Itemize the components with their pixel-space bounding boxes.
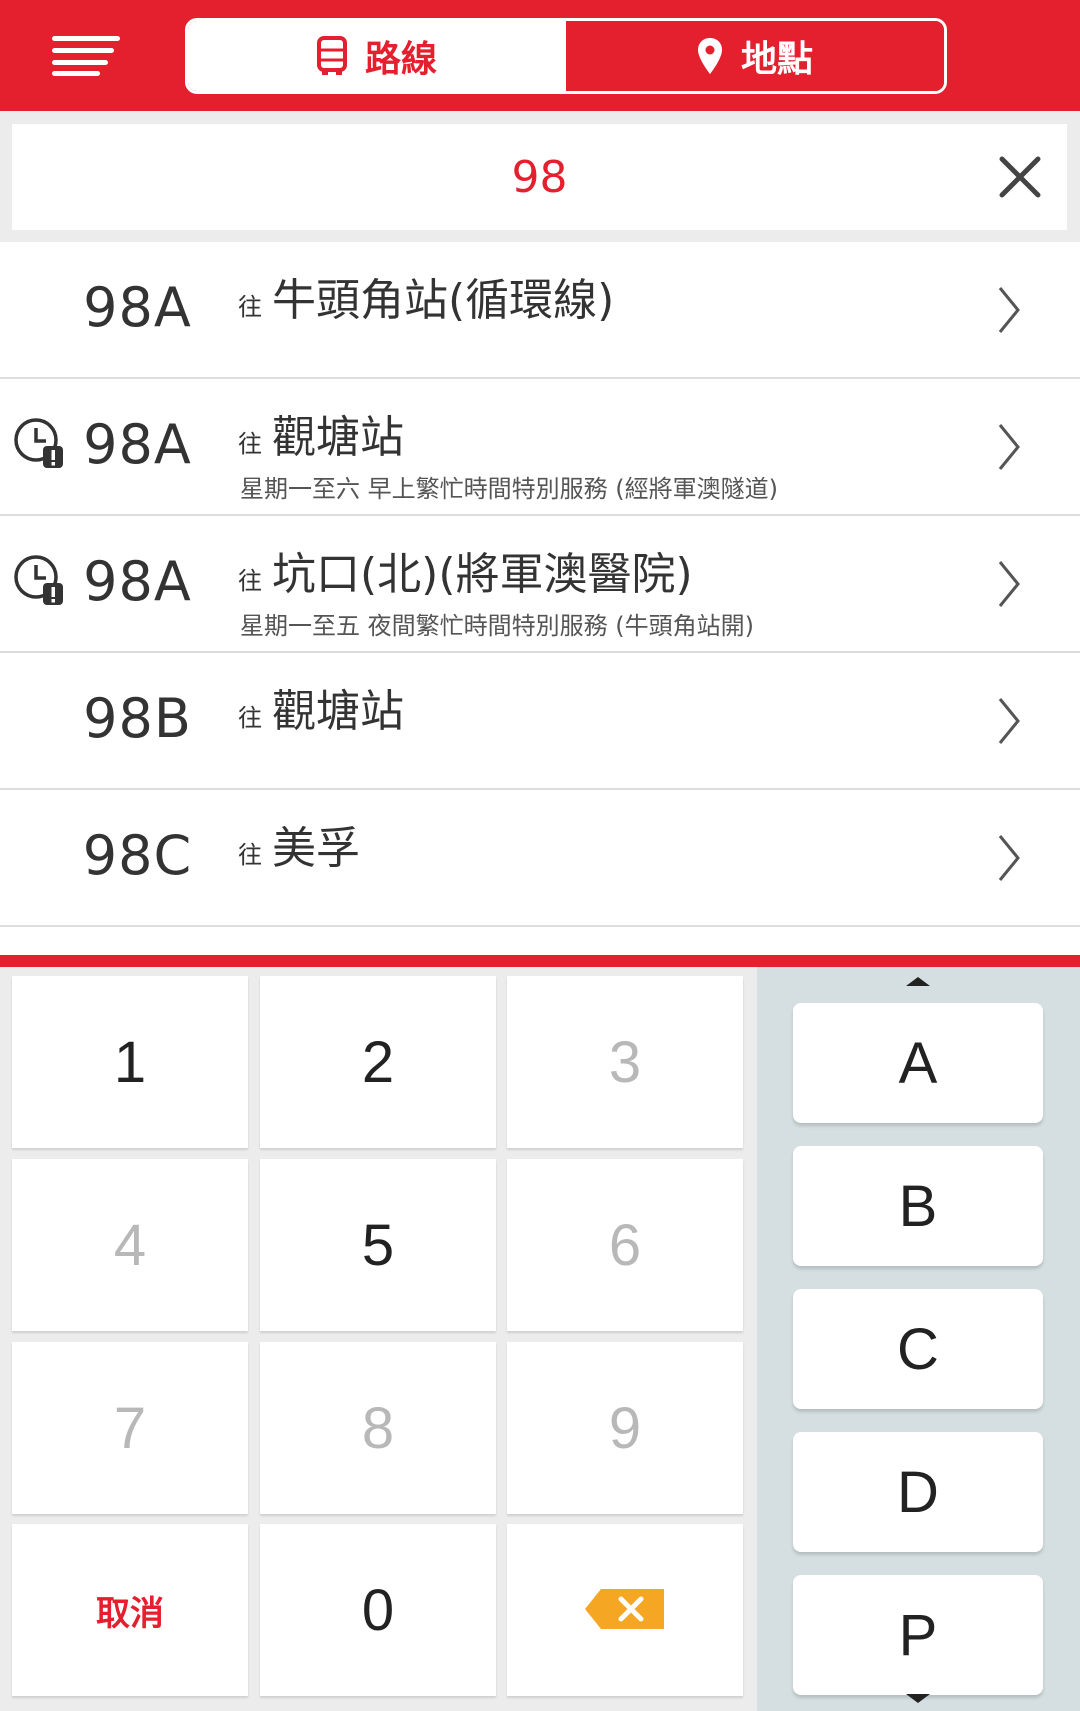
chevron-right-icon bbox=[996, 284, 1022, 336]
key-8[interactable]: 8 bbox=[260, 1342, 496, 1514]
key-0[interactable]: 0 bbox=[260, 1524, 496, 1696]
chevron-right-icon bbox=[996, 832, 1022, 884]
key-letter-d[interactable]: D bbox=[793, 1432, 1043, 1552]
chevron-right-icon bbox=[996, 558, 1022, 610]
route-remark: 星期一至五 夜間繁忙時間特別服務 (牛頭角站開) bbox=[240, 612, 754, 640]
route-number: 98A bbox=[83, 276, 192, 339]
key-letter-c[interactable]: C bbox=[793, 1289, 1043, 1409]
key-1[interactable]: 1 bbox=[12, 976, 248, 1148]
destination-prefix: 往 bbox=[238, 841, 262, 869]
key-5[interactable]: 5 bbox=[260, 1159, 496, 1331]
destination-prefix: 往 bbox=[238, 704, 262, 732]
route-list: 98A 往 牛頭角站(循環線) 98A 往 觀塘站 星期一至六 早上繁忙時間特別… bbox=[0, 242, 1080, 955]
close-icon[interactable] bbox=[997, 154, 1043, 200]
cancel-button[interactable]: 取消 bbox=[12, 1524, 248, 1696]
route-number: 98A bbox=[83, 550, 192, 613]
chevron-right-icon bbox=[996, 695, 1022, 747]
scroll-up-arrow-icon bbox=[906, 977, 930, 986]
hamburger-menu-icon[interactable] bbox=[52, 36, 120, 76]
destination-prefix: 往 bbox=[238, 567, 262, 595]
tab-places-label: 地點 bbox=[740, 39, 813, 80]
route-row[interactable]: 98A 往 觀塘站 星期一至六 早上繁忙時間特別服務 (經將軍澳隧道) bbox=[0, 379, 1080, 516]
route-number: 98C bbox=[82, 824, 193, 887]
key-letter-a[interactable]: A bbox=[793, 1003, 1043, 1123]
route-row[interactable]: 98B 往 觀塘站 bbox=[0, 653, 1080, 790]
destination: 牛頭角站(循環線) bbox=[272, 275, 615, 326]
route-number: 98A bbox=[83, 413, 192, 476]
route-search-box[interactable]: 98 bbox=[12, 124, 1067, 230]
scroll-down-arrow-icon bbox=[906, 1694, 930, 1703]
key-6[interactable]: 6 bbox=[507, 1159, 743, 1331]
route-number: 98B bbox=[83, 687, 192, 750]
tab-routes[interactable]: 路線 bbox=[188, 21, 566, 91]
key-letter-p[interactable]: P bbox=[793, 1575, 1043, 1695]
route-row[interactable]: 98A 往 坑口(北)(將軍澳醫院) 星期一至五 夜間繁忙時間特別服務 (牛頭角… bbox=[0, 516, 1080, 653]
destination-prefix: 往 bbox=[238, 293, 262, 321]
key-7[interactable]: 7 bbox=[12, 1342, 248, 1514]
location-pin-icon bbox=[697, 37, 723, 75]
backspace-button[interactable] bbox=[507, 1524, 743, 1696]
key-3[interactable]: 3 bbox=[507, 976, 743, 1148]
route-row[interactable]: 98C 往 美孚 bbox=[0, 790, 1080, 927]
destination: 觀塘站 bbox=[272, 686, 404, 737]
destination: 觀塘站 bbox=[272, 412, 404, 463]
chevron-right-icon bbox=[996, 421, 1022, 473]
tab-places[interactable]: 地點 bbox=[566, 21, 944, 91]
route-keypad: 1 2 3 4 5 6 7 8 9 取消 0 A B C D P bbox=[0, 955, 1080, 1711]
route-remark: 星期一至六 早上繁忙時間特別服務 (經將軍澳隧道) bbox=[240, 475, 778, 503]
key-4[interactable]: 4 bbox=[12, 1159, 248, 1331]
key-letter-b[interactable]: B bbox=[793, 1146, 1043, 1266]
list-item-partial bbox=[0, 927, 1080, 955]
key-2[interactable]: 2 bbox=[260, 976, 496, 1148]
tab-routes-label: 路線 bbox=[364, 39, 437, 80]
destination: 坑口(北)(將軍澳醫院) bbox=[272, 549, 693, 600]
letter-picker[interactable]: A B C D P bbox=[757, 967, 1080, 1711]
clock-alert-icon bbox=[13, 417, 65, 469]
backspace-icon bbox=[585, 1577, 665, 1644]
destination-prefix: 往 bbox=[238, 430, 262, 458]
route-row[interactable]: 98A 往 牛頭角站(循環線) bbox=[0, 242, 1080, 379]
mode-segmented-control: 路線 地點 bbox=[185, 18, 947, 94]
destination: 美孚 bbox=[272, 823, 360, 874]
search-input[interactable]: 98 bbox=[12, 124, 1067, 230]
app-header: 路線 地點 bbox=[0, 0, 1080, 111]
key-9[interactable]: 9 bbox=[507, 1342, 743, 1514]
clock-alert-icon bbox=[13, 554, 65, 606]
bus-icon bbox=[316, 36, 347, 76]
